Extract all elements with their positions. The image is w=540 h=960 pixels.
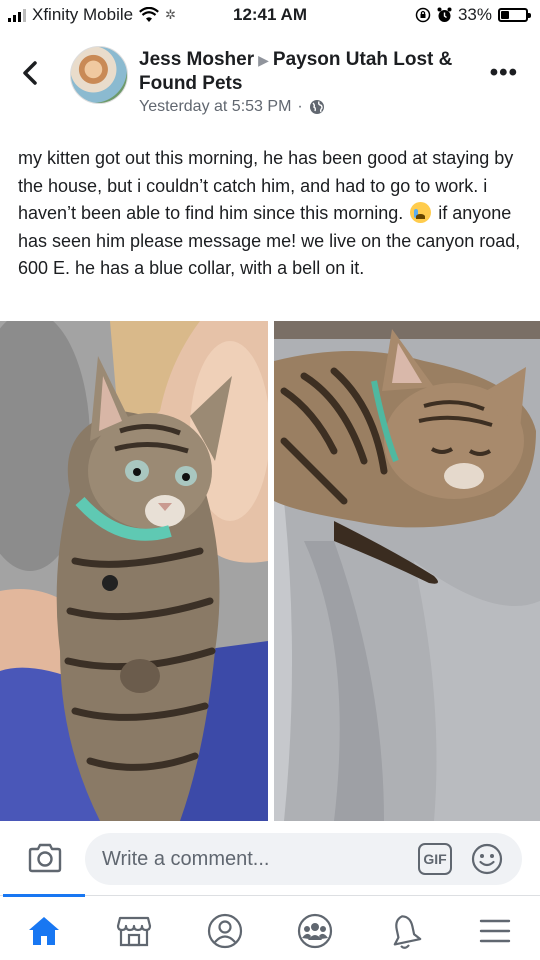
author-avatar[interactable] (70, 46, 128, 104)
post-text: my kitten got out this morning, he has b… (18, 145, 523, 283)
marketplace-icon (116, 916, 152, 947)
post-photo-2[interactable] (274, 321, 540, 821)
post-title: Jess Mosher ▶ Payson Utah Lost & Found Pet… (139, 48, 479, 96)
nav-notifications[interactable] (385, 912, 425, 950)
more-options-button[interactable]: ••• (490, 61, 518, 85)
groups-icon (297, 913, 333, 949)
bottom-nav (0, 894, 540, 960)
camera-icon (28, 843, 62, 873)
smiley-icon (471, 843, 503, 875)
chevron-left-icon (23, 61, 37, 85)
battery-fill (501, 11, 509, 19)
status-right: 33% (415, 5, 531, 25)
comment-bar: GIF (0, 828, 540, 890)
shared-to-arrow-icon: ▶ (258, 52, 269, 68)
kitten-held-image (0, 321, 268, 821)
nav-active-indicator (3, 894, 85, 897)
status-bar: Xfinity Mobile ✲ 12:41 AM 33% (0, 0, 540, 32)
post-timestamp[interactable]: Yesterday at 5:53 PM (139, 98, 291, 116)
nav-home[interactable] (24, 912, 64, 950)
alarm-icon (437, 7, 452, 22)
battery-percent: 33% (457, 5, 492, 24)
menu-icon (479, 919, 511, 943)
battery-icon (498, 8, 531, 22)
rotation-lock-icon (415, 7, 431, 23)
emoji-button[interactable] (471, 843, 503, 875)
post-header: Jess Mosher ▶ Payson Utah Lost & Found Pet… (0, 38, 540, 118)
post-meta: Yesterday at 5:53 PM · (139, 98, 325, 116)
nav-groups[interactable] (295, 912, 335, 950)
nav-menu[interactable] (475, 912, 515, 950)
home-icon (29, 917, 59, 945)
author-name[interactable]: Jess Mosher (139, 49, 254, 70)
globe-icon (309, 100, 324, 114)
back-button[interactable] (20, 58, 50, 88)
comment-input[interactable] (85, 833, 522, 885)
profile-icon (207, 913, 243, 949)
nav-profile[interactable] (205, 912, 245, 950)
camera-button[interactable] (27, 842, 63, 874)
notifications-icon (393, 915, 422, 949)
kitten-sleeping-image (274, 321, 540, 821)
nav-marketplace[interactable] (114, 912, 154, 950)
meta-separator: · (297, 98, 303, 115)
crying-face-emoji-icon (410, 202, 432, 223)
gif-button[interactable]: GIF (418, 843, 452, 875)
post-photo-1[interactable] (0, 321, 268, 821)
